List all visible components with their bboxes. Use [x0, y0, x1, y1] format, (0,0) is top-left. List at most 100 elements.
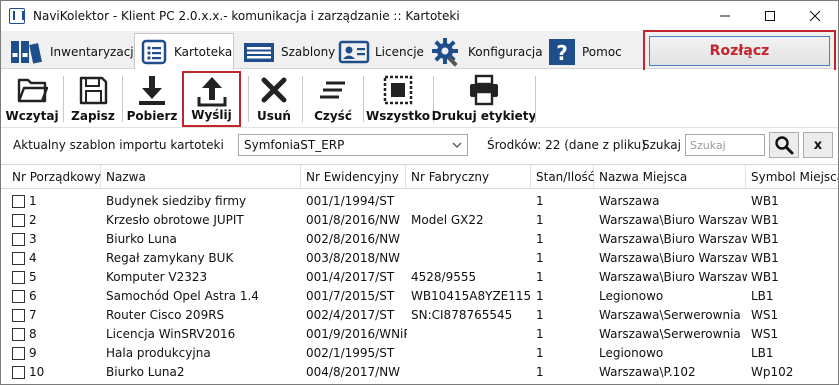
toolbar-separator: [535, 76, 536, 122]
clear-search-button[interactable]: x: [803, 132, 833, 158]
search-input[interactable]: [685, 134, 765, 156]
filter-bar: Aktualny szablon importu kartoteki Symfo…: [1, 129, 838, 163]
open-button[interactable]: Wczytaj: [5, 72, 59, 126]
delete-x-icon: [261, 77, 287, 103]
window-title: NaviKolektor - Klient PC 2.0.x.x.- komun…: [33, 9, 460, 23]
table-cell: WB10415A8YZE11584: [411, 289, 532, 303]
table-row[interactable]: 10 Biurko Luna2 004/8/2017/NW 1 Warszawa\P.1…: [1, 363, 838, 382]
row-checkbox[interactable]: [12, 290, 25, 303]
table-cell: 004/8/2017/NW: [306, 365, 401, 379]
maximize-button[interactable]: [747, 1, 793, 31]
disconnect-button[interactable]: Rozłącz: [649, 36, 830, 66]
table-cell: 8: [29, 327, 37, 341]
template-select[interactable]: SymfoniaST_ERP: [238, 134, 468, 156]
table-cell: Warszawa\Biuro Warszawa: [599, 232, 747, 246]
table-cell: Router Cisco 209RS: [106, 308, 225, 322]
table-row[interactable]: 4 Regał zamykany BUK 003/8/2018/NW 1 Warszaw…: [1, 249, 838, 268]
column-header[interactable]: Nazwa Miejsca: [594, 165, 746, 189]
tab-inwentaryzacje[interactable]: Inwentaryzacje: [3, 35, 141, 69]
tab-label: Kartoteka: [174, 44, 233, 59]
upload-label: Wyślij: [191, 108, 232, 122]
toolbar: Wczytaj Zapisz Pobierz Wyślij Usuń Czyść…: [1, 70, 838, 128]
column-header[interactable]: Nr Porządkowy: [7, 165, 101, 189]
tab-licencje[interactable]: Licencje: [332, 35, 424, 69]
select-all-button[interactable]: Wszystko: [366, 72, 430, 126]
minimize-button[interactable]: [702, 1, 748, 31]
table-cell: WB1: [751, 270, 779, 284]
clear-lines-icon: [320, 81, 345, 99]
toolbar-separator: [248, 76, 249, 122]
table-row[interactable]: 1 Budynek siedziby firmy 001/1/1994/ST 1 War…: [1, 192, 838, 211]
table-cell: 001/9/2016/WNiP: [306, 327, 407, 341]
delete-button[interactable]: Usuń: [252, 72, 296, 126]
row-checkbox[interactable]: [12, 195, 25, 208]
row-checkbox[interactable]: [12, 252, 25, 265]
table-cell: 001/1/1994/ST: [306, 194, 395, 208]
save-button[interactable]: Zapisz: [69, 72, 117, 126]
row-checkbox[interactable]: [12, 366, 25, 379]
print-labels-label: Drukuj etykiety: [431, 109, 537, 123]
table-row[interactable]: 5 Komputer V2323 001/4/2017/ST 4528/9555 1 Wa…: [1, 268, 838, 287]
row-checkbox[interactable]: [12, 328, 25, 341]
row-checkbox[interactable]: [12, 309, 25, 322]
upload-button[interactable]: Wyślij: [182, 71, 241, 127]
row-checkbox[interactable]: [12, 271, 25, 284]
clear-button[interactable]: Czyść: [308, 72, 358, 126]
tab-kartoteka[interactable]: Kartoteka: [134, 33, 234, 70]
table-cell: 001/8/2016/NW: [306, 213, 401, 227]
tab-label: Pomoc: [582, 45, 622, 59]
table-cell: 1: [536, 327, 544, 341]
table-row[interactable]: 9 Hala produkcyjna 002/1/1995/ST 1 Legionowo…: [1, 344, 838, 363]
column-header[interactable]: Nr Ewidencyjny: [301, 165, 406, 189]
table-cell: 3: [29, 232, 37, 246]
upload-icon: [197, 77, 226, 107]
table-cell: Biurko Luna: [106, 232, 177, 246]
table-cell: LB1: [751, 346, 774, 360]
toolbar-separator: [122, 76, 123, 122]
table-cell: 9: [29, 346, 37, 360]
search-button[interactable]: [769, 132, 799, 158]
table-cell: Krzesło obrotowe JUPIT: [106, 213, 244, 227]
row-checkbox[interactable]: [12, 233, 25, 246]
row-checkbox[interactable]: [12, 214, 25, 227]
table-cell: 1: [536, 194, 544, 208]
chevron-down-icon: [452, 142, 462, 148]
table-row[interactable]: 8 Licencja WinSRV2016 001/9/2016/WNiP 1 Wars…: [1, 325, 838, 344]
select-all-label: Wszystko: [366, 109, 430, 123]
table-cell: Warszawa\Biuro Warszawa: [599, 251, 747, 265]
template-icon: [244, 43, 274, 62]
table-cell: 1: [536, 289, 544, 303]
search-label: Szukaj: [642, 138, 681, 152]
tab-konfiguracja[interactable]: Konfiguracja: [425, 35, 543, 69]
table-cell: 5: [29, 270, 37, 284]
table-cell: Warszawa\Serwerownia: [599, 327, 741, 341]
table-cell: 001/7/2015/ST: [306, 289, 395, 303]
column-header[interactable]: Symbol Miejsca: [746, 165, 838, 189]
row-checkbox[interactable]: [12, 347, 25, 360]
table-cell: 4528/9555: [411, 270, 477, 284]
table-row[interactable]: 6 Samochód Opel Astra 1.4 001/7/2015/ST WB1…: [1, 287, 838, 306]
table-cell: 002/1/1995/ST: [306, 346, 395, 360]
table-row[interactable]: 3 Biurko Luna 002/8/2016/NW 1 Warszawa\Biuro…: [1, 230, 838, 249]
table-cell: 10: [29, 365, 45, 379]
table-cell: 7: [29, 308, 37, 322]
print-labels-button[interactable]: Drukuj etykiety: [432, 72, 536, 126]
table-cell: [411, 230, 532, 249]
svg-text:?: ?: [556, 41, 568, 65]
tab-label: Konfiguracja: [468, 45, 543, 59]
table-cell: 4: [29, 251, 37, 265]
table-row[interactable]: 2 Krzesło obrotowe JUPIT 001/8/2016/NW Mode…: [1, 211, 838, 230]
column-header[interactable]: Nr Fabryczny: [406, 165, 531, 189]
table-cell: Legionowo: [599, 289, 664, 303]
column-header[interactable]: Nazwa: [101, 165, 301, 189]
column-header[interactable]: Stan/Ilość: [531, 165, 594, 189]
tab-pomoc[interactable]: ? Pomoc: [541, 35, 627, 69]
table-cell: Legionowo: [599, 346, 664, 360]
download-icon: [139, 76, 165, 105]
close-window-button[interactable]: [792, 1, 838, 31]
table-cell: Hala produkcyjna: [106, 346, 211, 360]
table-cell: 1: [536, 213, 544, 227]
download-button[interactable]: Pobierz: [127, 72, 177, 126]
table-row[interactable]: 7 Router Cisco 209RS 002/4/2017/ST SN:CI878…: [1, 306, 838, 325]
tab-szablony[interactable]: Szablony: [236, 35, 335, 69]
